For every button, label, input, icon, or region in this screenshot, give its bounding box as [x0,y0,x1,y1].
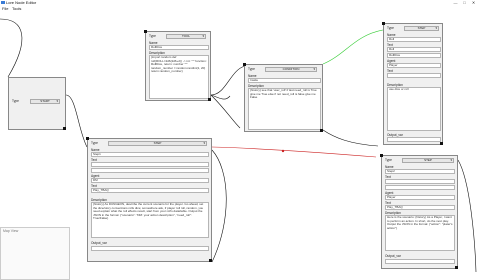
name-field[interactable]: Roll [387,37,441,42]
agent-field[interactable]: DM [91,178,209,183]
type-select[interactable]: STEP ▾ [402,158,454,163]
type-select-value: START [40,99,50,103]
condition-node[interactable]: Type CONDITION ▾ Name Inside Description… [243,63,323,132]
type-select[interactable]: START ▾ [30,99,60,104]
node-handle[interactable] [86,137,89,140]
resize-handle[interactable] [209,259,212,262]
output-var-field[interactable] [91,246,209,251]
close-button[interactable]: ✕ [470,0,477,5]
tool-field[interactable] [385,185,455,190]
start-node[interactable]: Type START ▾ [8,77,66,130]
text-field-2[interactable]: Play_TBAQ [385,205,455,210]
text-field[interactable]: Roll [387,47,441,52]
maximize-button[interactable]: □ [461,0,468,5]
chevron-down-icon: ▾ [450,158,452,162]
agent-field[interactable]: Player [387,63,441,68]
type-select[interactable]: TOOL ▾ [166,34,206,39]
window-title: Lore Node Editor [6,0,37,5]
tool-field[interactable]: RollDice [387,53,441,58]
description-field[interactable]: {import random def roll(ROLL=2d6(2d6+2))… [149,55,209,99]
step-node-step1[interactable]: Type STEP ▾ Name Step1 Text Agent DM Tex… [86,137,212,262]
name-field[interactable]: Step2 [385,169,455,174]
chevron-down-icon: ▾ [202,34,204,38]
text-field-2[interactable]: Play_TBAQ [91,188,209,193]
output-var-label: Output_var [385,254,401,258]
step-node-roll[interactable]: Type STEP ▾ Name Roll Text Roll RollDice… [382,22,443,145]
tool-node[interactable]: Type TOOL ▾ Name RollDice Description {i… [144,30,211,101]
type-label: Type [91,141,98,145]
chevron-down-icon: ▾ [56,99,58,103]
description-field[interactable]: Here is the scenario: {history} As a Pla… [385,215,455,251]
resize-handle[interactable] [440,142,443,145]
resize-handle[interactable] [455,266,458,269]
description-field[interactable]: {history} As DUNGEON, describe the curre… [91,202,209,238]
text-field[interactable] [91,162,209,167]
name-field[interactable]: Step1 [91,152,209,157]
app-icon [1,1,5,4]
text-field[interactable] [385,179,455,184]
type-label: Type [12,99,19,103]
map-view-title: Map View [3,229,19,233]
description-field[interactable]: {history} see that 'user_roll' if last n… [248,88,321,130]
resize-handle[interactable] [63,127,66,130]
type-select-value: TOOL [181,34,191,38]
type-label: Type [385,158,392,162]
resize-handle[interactable] [208,98,211,101]
map-view-panel[interactable]: Map View [0,227,70,280]
type-label: Type [248,67,255,71]
text-field-2[interactable] [387,73,441,78]
node-handle[interactable] [380,154,383,157]
type-select[interactable]: CONDITION ▾ [265,67,317,72]
type-select-value: STEP [417,26,426,30]
node-handle[interactable] [144,30,147,33]
output-var-field[interactable] [385,259,455,264]
chevron-down-icon: ▾ [313,67,315,71]
type-label: Type [387,26,394,30]
resize-handle[interactable] [320,129,323,132]
node-handle[interactable] [382,22,385,25]
type-label: Type [149,34,156,38]
name-field[interactable]: RollDice [149,45,209,50]
minimize-button[interactable]: — [452,0,459,5]
type-select-value: STEP [153,141,162,145]
tool-field[interactable] [91,168,209,173]
node-handle[interactable] [243,63,246,66]
step-node-step2[interactable]: Type STEP ▾ Name Step2 Text Agent Player… [380,154,458,269]
description-field[interactable]: use dice or roll [387,87,441,131]
chevron-down-icon: ▾ [203,141,205,145]
output-var-field[interactable] [387,137,441,142]
chevron-down-icon: ▾ [435,26,437,30]
agent-field[interactable]: Player [385,195,455,200]
type-select[interactable]: STEP ▾ [108,141,207,146]
name-field[interactable]: Inside [248,78,321,83]
type-select-value: STEP [424,158,432,162]
type-select[interactable]: STEP ▾ [404,26,439,31]
type-select-value: CONDITION [282,67,300,71]
output-var-label: Output_var [91,241,107,245]
